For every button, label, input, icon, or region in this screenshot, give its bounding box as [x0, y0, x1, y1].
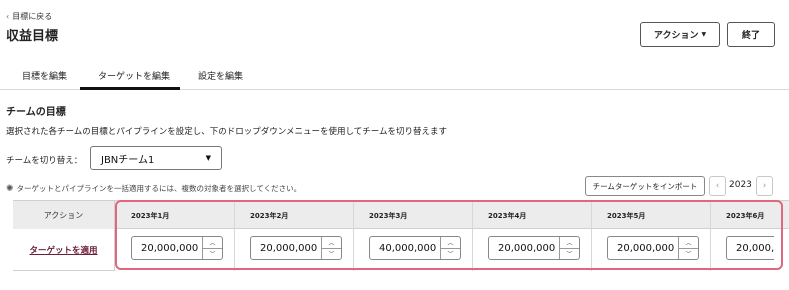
column-divider	[710, 201, 711, 271]
action-cell: ターゲットを適用	[13, 229, 115, 271]
chevron-down-icon[interactable]: ﹀	[679, 249, 698, 260]
month-header: 2023年5月	[607, 212, 646, 220]
chevron-up-icon[interactable]: ︿	[203, 237, 222, 249]
tab-edit-settings[interactable]: 設定を編集	[198, 69, 243, 82]
section-description: 選択された各チームの目標とパイプラインを設定し、下のドロップダウンメニューを使用…	[6, 127, 447, 137]
target-value: 20,000,000	[617, 242, 675, 254]
chevron-down-icon[interactable]: ﹀	[441, 249, 460, 260]
bulk-apply-hint: ✺ ターゲットとパイプラインを一括適用するには、複数の対象者を選択してください。	[6, 183, 301, 194]
column-divider	[472, 201, 473, 271]
active-tab-indicator	[80, 87, 180, 90]
chevron-down-icon[interactable]: ﹀	[203, 249, 222, 260]
target-value: 20,000,000	[260, 242, 318, 254]
tab-bar: 目標を編集 ターゲットを編集 設定を編集	[0, 60, 789, 90]
import-button-label: チームターゲットをインポート	[592, 181, 698, 191]
target-input-mar[interactable]: 40,000,000 ︿ ﹀	[369, 236, 461, 260]
team-switch-label: チームを切り替え：	[6, 156, 83, 166]
stepper: ︿ ﹀	[440, 237, 460, 259]
action-button-label: アクション	[653, 31, 699, 41]
action-menu-button[interactable]: アクション ▼	[640, 22, 720, 47]
previous-year-button[interactable]: ‹	[709, 176, 726, 196]
stepper: ︿ ﹀	[559, 237, 579, 259]
page-title: 収益目標	[6, 29, 59, 44]
month-header: 2023年3月	[369, 212, 408, 220]
target-value: 20,000,0	[736, 242, 774, 254]
team-select-value: JBNチーム1	[101, 154, 155, 166]
target-input-may[interactable]: 20,000,000 ︿ ﹀	[607, 236, 699, 260]
target-input-jun[interactable]: 20,000,0	[726, 236, 774, 260]
column-divider	[353, 201, 354, 271]
column-divider	[591, 201, 592, 271]
stepper: ︿ ﹀	[678, 237, 698, 259]
chevron-down-icon[interactable]: ﹀	[560, 249, 579, 260]
hint-text: ターゲットとパイプラインを一括適用するには、複数の対象者を選択してください。	[16, 184, 302, 193]
team-select-dropdown[interactable]: JBNチーム1 ▼	[90, 146, 222, 170]
back-link-label: 目標に戻る	[12, 12, 53, 21]
end-button[interactable]: 終了	[727, 22, 775, 47]
lightbulb-icon: ✺	[6, 183, 14, 194]
chevron-up-icon[interactable]: ︿	[679, 237, 698, 249]
chevron-down-icon[interactable]: ﹀	[322, 249, 341, 260]
stepper: ︿ ﹀	[321, 237, 341, 259]
month-header: 2023年1月	[131, 212, 170, 220]
tab-edit-targets[interactable]: ターゲットを編集	[98, 69, 170, 82]
import-team-targets-button[interactable]: チームターゲットをインポート	[585, 176, 705, 196]
chevron-up-icon[interactable]: ︿	[441, 237, 460, 249]
month-header: 2023年2月	[250, 212, 289, 220]
apply-target-link[interactable]: ターゲットを適用	[29, 244, 97, 256]
year-label: 2023	[729, 180, 752, 190]
section-title: チームの目標	[6, 107, 66, 118]
end-button-label: 終了	[741, 31, 760, 41]
stepper: ︿ ﹀	[202, 237, 222, 259]
column-divider	[234, 201, 235, 271]
caret-down-icon: ▼	[205, 154, 211, 162]
target-input-apr[interactable]: 20,000,000 ︿ ﹀	[488, 236, 580, 260]
chevron-left-icon: ‹	[6, 12, 10, 21]
chevron-right-icon: ›	[762, 181, 767, 191]
month-header: 2023年6月	[726, 212, 765, 220]
chevron-up-icon[interactable]: ︿	[560, 237, 579, 249]
action-column-header: アクション	[13, 201, 115, 229]
back-to-goals-link[interactable]: ‹ 目標に戻る	[6, 11, 52, 22]
month-header: 2023年4月	[488, 212, 527, 220]
month-header-row	[115, 201, 789, 229]
target-value: 40,000,000	[379, 242, 437, 254]
target-value: 20,000,000	[141, 242, 199, 254]
target-value: 20,000,000	[498, 242, 556, 254]
chevron-left-icon: ‹	[715, 181, 720, 191]
target-input-jan[interactable]: 20,000,000 ︿ ﹀	[131, 236, 223, 260]
target-input-feb[interactable]: 20,000,000 ︿ ﹀	[250, 236, 342, 260]
next-year-button[interactable]: ›	[756, 176, 773, 196]
tab-edit-goals[interactable]: 目標を編集	[22, 69, 67, 82]
caret-down-icon: ▼	[701, 31, 707, 38]
chevron-up-icon[interactable]: ︿	[322, 237, 341, 249]
